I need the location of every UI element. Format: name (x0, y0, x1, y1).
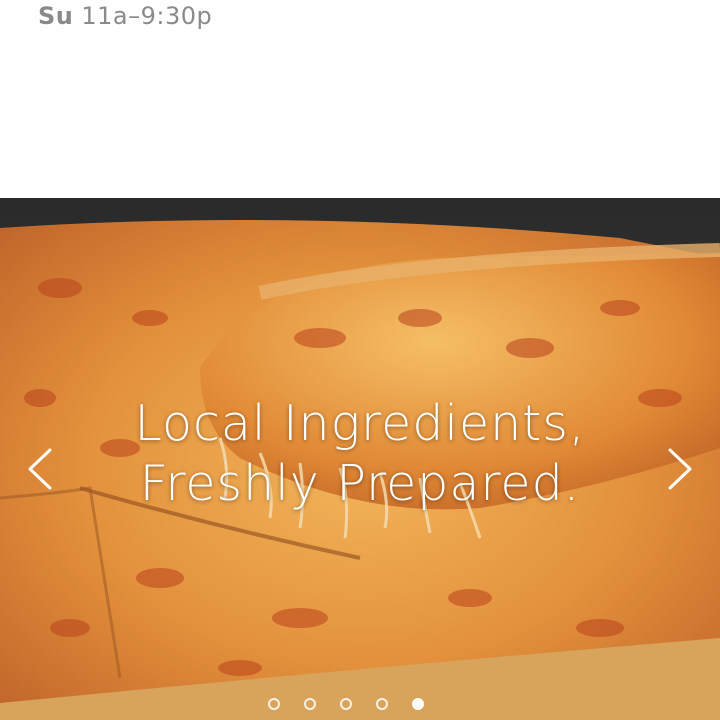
slider-dot-3[interactable] (340, 698, 352, 710)
page: Su 11a–9:30p Local Ingredients, Freshly … (0, 0, 720, 720)
slider-dot-5[interactable] (412, 698, 424, 710)
slider-dot-4[interactable] (376, 698, 388, 710)
hero-slider: Local Ingredients, Freshly Prepared. (0, 198, 720, 720)
slider-dots (268, 698, 424, 710)
slider-dot-1[interactable] (268, 698, 280, 710)
hours-row: Su 11a–9:30p (38, 2, 212, 30)
chevron-left-icon[interactable] (24, 446, 56, 492)
slider-dot-2[interactable] (304, 698, 316, 710)
hours-time: 11a–9:30p (81, 2, 213, 30)
chevron-right-icon[interactable] (664, 446, 696, 492)
slide-caption: Local Ingredients, Freshly Prepared. (0, 394, 720, 514)
slide-caption-line2: Freshly Prepared. (139, 455, 581, 512)
slide-caption-line1: Local Ingredients, (134, 395, 586, 452)
hours-day: Su (38, 2, 74, 30)
